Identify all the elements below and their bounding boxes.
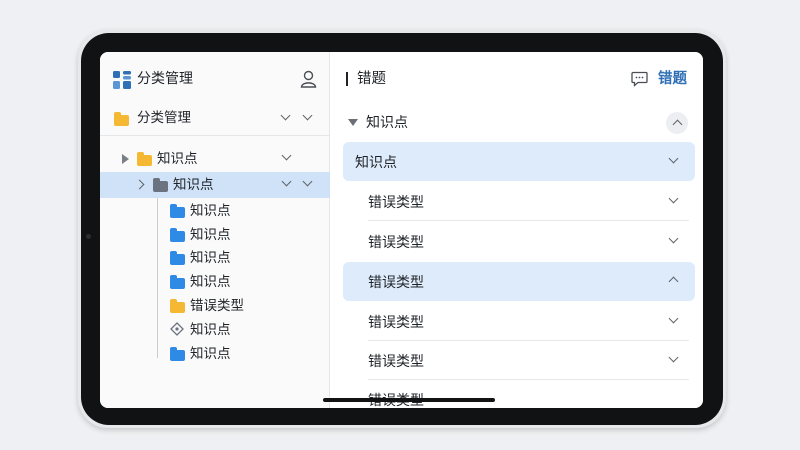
category-row-label: 分类管理 [137,110,191,126]
list-item[interactable]: 错误类型 [343,222,695,261]
chevron-down-icon[interactable] [281,176,292,187]
tree-item[interactable]: 知识点 [160,224,330,246]
tag-icon [170,322,184,336]
list-item[interactable]: 错误类型 [343,262,695,301]
chevron-down-icon[interactable] [668,352,679,363]
tree-item-label: 知识点 [190,250,231,266]
page-title: 错题 [357,71,386,87]
chevron-right-icon[interactable] [134,179,145,190]
header-action-button[interactable]: 错题 [658,69,687,89]
folder-icon [170,204,185,218]
tree-guide-line [157,198,158,358]
user-icon[interactable] [300,70,317,88]
folder-icon [153,178,168,192]
grid-app-icon [113,71,131,89]
camera-dot [86,234,91,239]
chevron-up-icon[interactable] [668,276,679,287]
chevron-down-icon[interactable] [302,110,313,121]
tree-item[interactable]: 知识点 [160,343,330,365]
chevron-down-icon[interactable] [668,193,679,204]
chevron-down-icon[interactable] [281,150,292,161]
main-panel: 错题 错题 知识点 知识点 错误类型 错误类型 错误类型 错误类型 错误类型 [331,52,703,408]
list-item[interactable]: 错误类型 [343,182,695,221]
triangle-right-icon[interactable] [122,154,129,164]
divider [368,220,689,221]
chevron-down-icon[interactable] [668,313,679,324]
list-item[interactable]: 错误类型 [343,380,695,408]
collapse-button[interactable] [666,112,688,134]
chevron-up-icon[interactable] [672,119,683,130]
chevron-down-icon[interactable] [280,110,291,121]
list-item-label: 错误类型 [368,315,424,331]
tree-item-label: 知识点 [190,346,231,362]
folder-icon [137,152,152,166]
list-item-label: 错误类型 [368,354,424,370]
tree-item-label: 知识点 [190,322,231,338]
list-item-label: 错误类型 [368,235,424,251]
folder-icon [170,299,185,313]
list-item[interactable]: 知识点 [343,142,695,181]
tree-item-label: 知识点 [173,177,214,193]
tree-item-label: 知识点 [190,227,231,243]
app-screen: 分类管理 分类管理 知识点 知识点 知识点 知识点 知识点 知识点 错误类型 知… [100,52,703,408]
section-title: 知识点 [366,115,408,131]
tree-item-label: 错误类型 [190,298,244,314]
list-item[interactable]: 错误类型 [343,302,695,341]
home-indicator[interactable] [323,398,495,402]
tree-item[interactable]: 知识点 [160,271,330,293]
sidebar: 分类管理 分类管理 知识点 知识点 知识点 知识点 知识点 知识点 错误类型 知… [100,52,330,408]
sidebar-app-title: 分类管理 [137,71,193,87]
tree-item[interactable]: 知识点 [160,247,330,269]
folder-icon [170,347,185,361]
folder-icon [170,228,185,242]
folder-icon [170,275,185,289]
tree-item-label: 知识点 [190,274,231,290]
list-item-label: 错误类型 [368,195,424,211]
triangle-down-icon[interactable] [348,119,358,126]
tree-item[interactable]: 知识点 [160,200,330,222]
section-header[interactable]: 知识点 [331,110,703,136]
list-item-label: 错误类型 [368,275,424,291]
title-bar-mark [346,72,348,86]
folder-icon [170,251,185,265]
chevron-down-icon[interactable] [302,176,313,187]
tree-item[interactable]: 知识点 [100,147,330,171]
list-item-label: 知识点 [355,155,397,171]
chevron-down-icon[interactable] [668,233,679,244]
list-item[interactable]: 错误类型 [343,341,695,380]
chevron-down-icon[interactable] [668,153,679,164]
tree-item-label: 知识点 [157,151,198,167]
tree-item[interactable]: 知识点 [160,319,330,341]
tree-item-label: 知识点 [190,203,231,219]
folder-icon [114,112,129,126]
tree-item[interactable]: 错误类型 [160,295,330,317]
message-icon[interactable] [631,71,648,87]
tree-item-selected[interactable]: 知识点 [100,172,330,198]
category-row[interactable]: 分类管理 [100,100,330,136]
